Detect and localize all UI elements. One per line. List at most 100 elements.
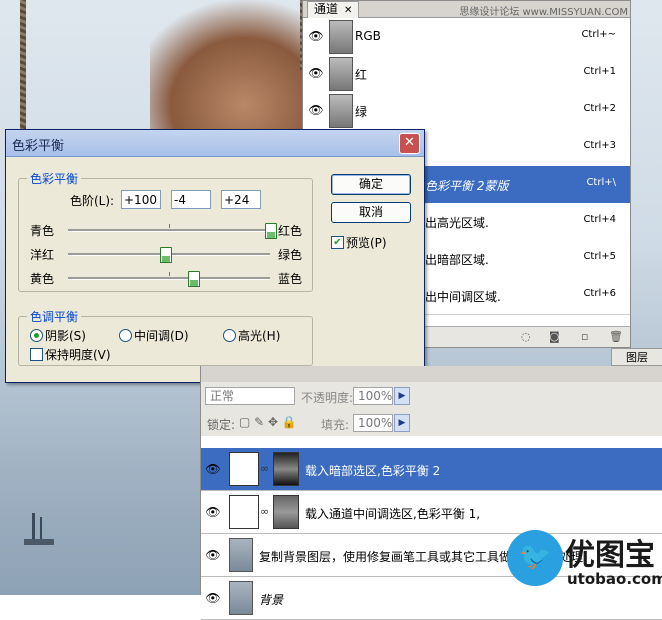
- layers-blend-bar: 正常 不透明度: 100% ▶: [201, 382, 662, 410]
- lock-label: 锁定:: [207, 418, 236, 432]
- dialog-titlebar[interactable]: 色彩平衡 ✕: [6, 130, 424, 157]
- slider-left-label: 黄色: [30, 272, 55, 286]
- layer-name: 载入暗部选区,色彩平衡 2: [305, 464, 441, 478]
- radio-midtones[interactable]: [119, 329, 132, 342]
- layer-thumbnail: [229, 538, 253, 572]
- eye-icon[interactable]: 👁: [205, 462, 221, 476]
- fill-label: 填充:: [321, 418, 350, 432]
- preserve-luminosity-checkbox[interactable]: [30, 348, 43, 361]
- channel-shortcut: Ctrl+2: [583, 103, 616, 114]
- slider-center-tick: [169, 272, 170, 276]
- slider-thumb[interactable]: [188, 271, 201, 287]
- logo-text: 优图宝: [565, 538, 655, 573]
- save-selection-icon[interactable]: ◙: [549, 330, 560, 343]
- channel-shortcut: Ctrl+~: [581, 29, 616, 40]
- new-channel-icon[interactable]: ▫: [581, 330, 588, 343]
- tab-layers[interactable]: 图层: [611, 348, 662, 366]
- layer-mask-thumbnail[interactable]: [273, 452, 299, 486]
- channel-name: 出高光区域.: [425, 216, 489, 230]
- layer-name: 载入通道中间调选区,色彩平衡 1,: [305, 507, 481, 521]
- radio-label: 高光(H): [238, 329, 281, 343]
- levels-label: 色阶(L):: [70, 194, 115, 208]
- channel-shortcut: Ctrl+4: [583, 214, 616, 225]
- slider-track[interactable]: [68, 277, 270, 280]
- ok-button[interactable]: 确定: [331, 174, 411, 195]
- channel-row[interactable]: 👁 RGB Ctrl+~: [303, 18, 630, 56]
- layers-tabbar: [201, 366, 662, 382]
- channel-name: 绿: [355, 105, 368, 119]
- slider-left-label: 洋红: [30, 248, 55, 262]
- fill-arrow-icon[interactable]: ▶: [394, 414, 410, 432]
- radio-label: 中间调(D): [134, 329, 189, 343]
- channel-name: 出暗部区域.: [425, 253, 489, 267]
- link-icon[interactable]: ∞: [260, 505, 269, 518]
- channel-name: 出中间调区域.: [425, 290, 501, 304]
- site-logo: 🐦 优图宝 utobao.com: [505, 520, 662, 595]
- slider-track[interactable]: [68, 229, 270, 232]
- channel-row[interactable]: 👁 绿 Ctrl+2: [303, 92, 630, 130]
- channel-shortcut: Ctrl+5: [583, 251, 616, 262]
- channel-thumbnail: [329, 57, 353, 91]
- eye-icon[interactable]: 👁: [308, 29, 324, 43]
- layer-thumbnail: [229, 581, 253, 615]
- eye-icon[interactable]: 👁: [205, 591, 221, 605]
- layer-row-selected[interactable]: 👁 ∞ 载入暗部选区,色彩平衡 2: [201, 448, 662, 491]
- tab-label: 通道: [314, 2, 339, 16]
- adjustment-icon: [229, 495, 259, 529]
- eye-icon[interactable]: 👁: [205, 505, 221, 519]
- link-icon[interactable]: ∞: [260, 462, 269, 475]
- eye-icon[interactable]: 👁: [308, 103, 324, 117]
- channels-tabbar: 通道 ✕ 思缘设计论坛 www.MISSYUAN.COM: [303, 1, 630, 18]
- checkbox-label: 保持明度(V): [45, 348, 111, 362]
- slider-center-tick: [169, 224, 170, 228]
- dialog-title: 色彩平衡: [12, 139, 65, 154]
- group-legend: 色彩平衡: [30, 172, 79, 186]
- cancel-button[interactable]: 取消: [331, 202, 411, 223]
- eye-icon[interactable]: 👁: [308, 66, 324, 80]
- slider-left-label: 青色: [30, 224, 55, 238]
- fill-input[interactable]: 100%: [353, 414, 393, 432]
- trash-icon[interactable]: 🗑: [609, 330, 623, 343]
- layer-mask-thumbnail[interactable]: [273, 495, 299, 529]
- level-input-cyan-red[interactable]: +100: [121, 190, 161, 209]
- channel-name: RGB: [355, 29, 381, 43]
- logo-url: utobao.com: [567, 570, 662, 588]
- channel-name: 红: [355, 68, 368, 82]
- level-input-yellow-blue[interactable]: +24: [221, 190, 261, 209]
- channel-shortcut: Ctrl+\: [586, 177, 616, 188]
- radio-highlights[interactable]: [223, 329, 236, 342]
- channel-shortcut: Ctrl+1: [583, 66, 616, 77]
- channel-shortcut: Ctrl+3: [583, 140, 616, 151]
- close-icon[interactable]: ✕: [344, 5, 352, 16]
- blend-mode-select[interactable]: 正常: [205, 387, 295, 405]
- checkbox-label: 预览(P): [346, 236, 387, 250]
- slider-thumb[interactable]: [265, 223, 277, 239]
- color-balance-dialog: 色彩平衡 ✕ 色彩平衡 色阶(L): +100 -4 +24 青色 红色 洋红 …: [5, 129, 425, 383]
- channel-name: 色彩平衡 2蒙版: [425, 179, 509, 193]
- close-button[interactable]: ✕: [399, 133, 420, 154]
- tab-channels[interactable]: 通道 ✕: [307, 1, 360, 18]
- load-selection-icon[interactable]: ◌: [521, 330, 531, 343]
- radio-label: 阴影(S): [45, 329, 86, 343]
- slider-right-label: 绿色: [278, 248, 303, 262]
- group-legend: 色调平衡: [30, 310, 79, 324]
- opacity-input[interactable]: 100%: [353, 387, 393, 405]
- lock-icons[interactable]: ▢ ✎ ✥ 🔒: [239, 415, 297, 429]
- opacity-arrow-icon[interactable]: ▶: [394, 387, 410, 405]
- channel-row[interactable]: 👁 红 Ctrl+1: [303, 55, 630, 93]
- eye-icon[interactable]: 👁: [205, 548, 221, 562]
- slider-thumb[interactable]: [159, 247, 172, 263]
- opacity-label: 不透明度:: [301, 391, 354, 405]
- rope-image: [20, 0, 26, 140]
- adjustment-icon: [229, 452, 259, 486]
- level-input-magenta-green[interactable]: -4: [171, 190, 211, 209]
- channel-thumbnail: [329, 20, 353, 54]
- radio-shadows[interactable]: [30, 329, 43, 342]
- boat-image: [24, 513, 54, 545]
- bird-icon: 🐦: [519, 542, 552, 572]
- preview-checkbox[interactable]: ✔: [331, 236, 344, 249]
- layer-name: 背景: [259, 593, 284, 607]
- watermark: 思缘设计论坛 www.MISSYUAN.COM: [459, 7, 628, 18]
- channel-shortcut: Ctrl+6: [583, 288, 616, 299]
- slider-right-label: 蓝色: [278, 272, 303, 286]
